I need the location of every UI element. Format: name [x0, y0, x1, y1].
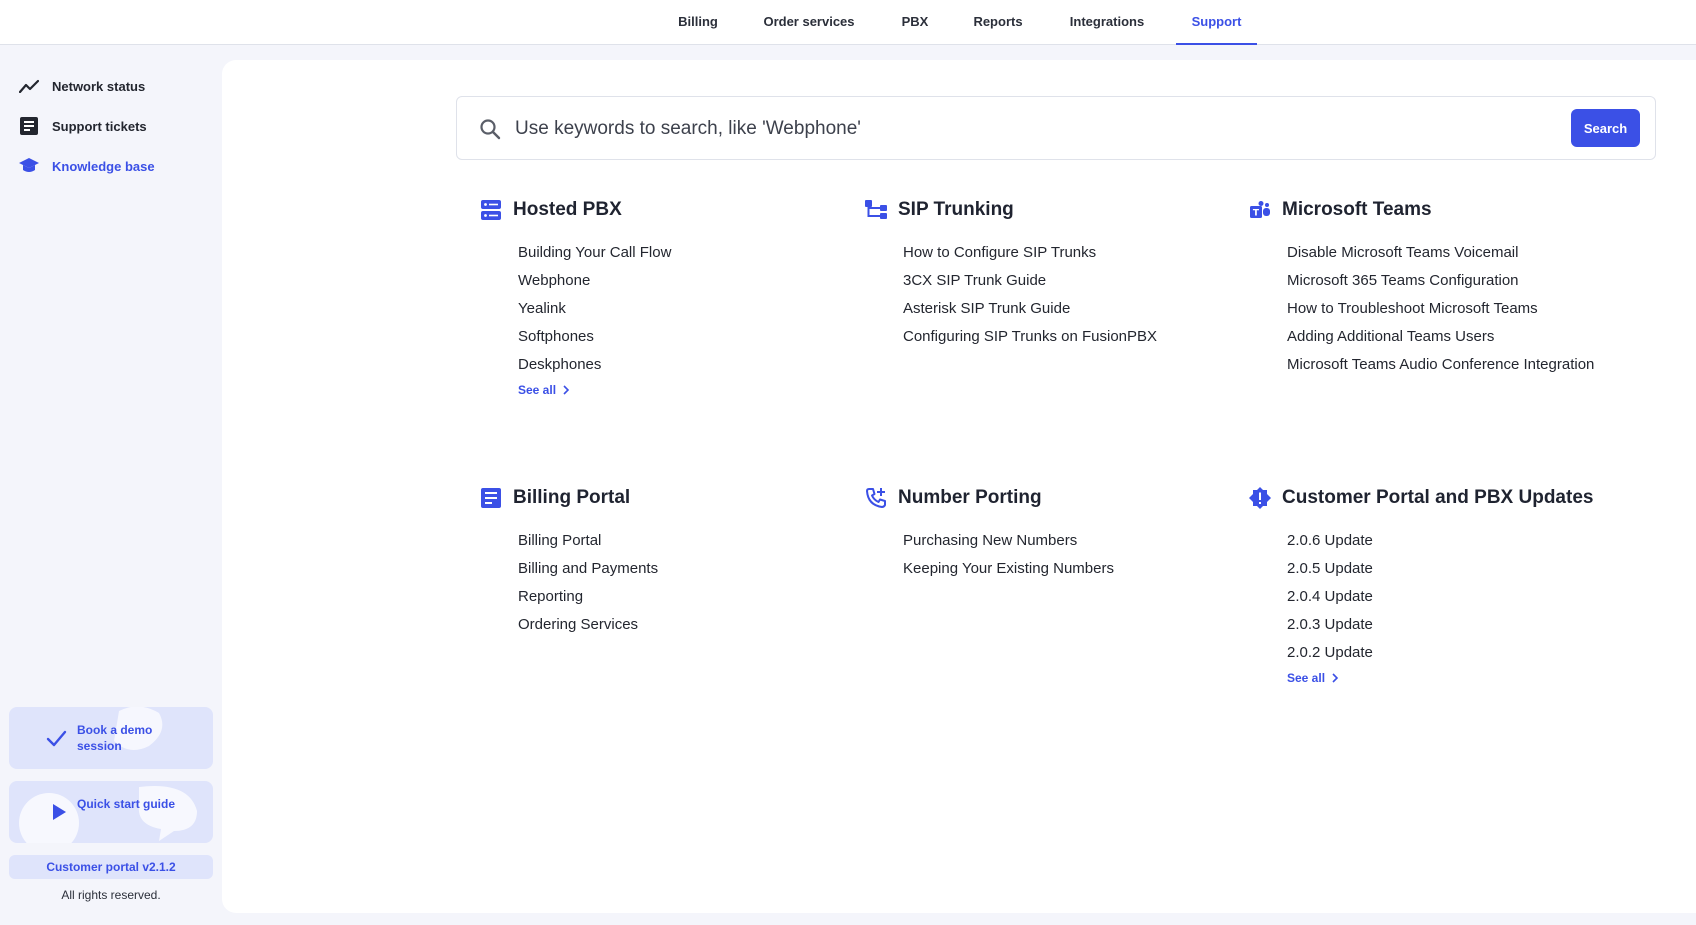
article-link[interactable]: 2.0.3 Update — [1287, 611, 1645, 639]
top-nav: Billing Order services PBX Reports Integ… — [0, 0, 1696, 45]
top-navigation-bar: Billing Order services PBX Reports Integ… — [0, 0, 1696, 45]
section-title: Customer Portal and PBX Updates — [1282, 487, 1594, 508]
article-link[interactable]: How to Configure SIP Trunks — [903, 239, 1221, 267]
book-demo-card[interactable]: Book a demo session — [9, 707, 213, 769]
hierarchy-icon — [864, 198, 888, 222]
search-input[interactable] — [515, 111, 1515, 147]
article-link[interactable]: Yealink — [518, 295, 836, 323]
article-link[interactable]: Billing and Payments — [518, 555, 836, 583]
article-link[interactable]: Asterisk SIP Trunk Guide — [903, 295, 1221, 323]
see-all-link[interactable]: See all — [518, 383, 570, 397]
section-title: Hosted PBX — [513, 199, 622, 220]
article-link[interactable]: 2.0.4 Update — [1287, 583, 1645, 611]
teams-icon: T — [1248, 198, 1272, 222]
link-list: Disable Microsoft Teams Voicemail Micros… — [1287, 239, 1605, 379]
article-link[interactable]: 2.0.5 Update — [1287, 555, 1645, 583]
article-link[interactable]: Softphones — [518, 323, 836, 351]
play-icon — [47, 801, 69, 823]
link-list: 2.0.6 Update 2.0.5 Update 2.0.4 Update 2… — [1287, 527, 1645, 667]
tab-order-services[interactable]: Order services — [758, 0, 860, 45]
tab-integrations[interactable]: Integrations — [1062, 0, 1152, 45]
svg-text:T: T — [1253, 209, 1260, 219]
alert-badge-icon — [1248, 486, 1272, 510]
section-title: Microsoft Teams — [1282, 199, 1432, 220]
article-link[interactable]: 2.0.2 Update — [1287, 639, 1645, 667]
chevron-right-icon — [563, 385, 570, 395]
section-hosted-pbx: Hosted PBX Building Your Call Flow Webph… — [456, 195, 836, 399]
section-sip-trunking: SIP Trunking How to Configure SIP Trunks… — [841, 195, 1221, 351]
trend-line-icon — [18, 75, 40, 97]
link-list: Building Your Call Flow Webphone Yealink… — [518, 239, 836, 379]
phone-add-icon — [864, 486, 888, 510]
document-list-icon — [18, 115, 40, 137]
search-icon — [479, 118, 501, 140]
article-link[interactable]: Purchasing New Numbers — [903, 527, 1221, 555]
article-link[interactable]: Billing Portal — [518, 527, 836, 555]
sidebar-item-label: Support tickets — [52, 118, 147, 134]
sidebar-item-label: Network status — [52, 78, 146, 94]
article-link[interactable]: Webphone — [518, 267, 836, 295]
section-billing-portal: Billing Portal Billing Portal Billing an… — [456, 483, 836, 639]
see-all-link[interactable]: See all — [1287, 671, 1339, 685]
search-button[interactable]: Search — [1571, 109, 1640, 147]
sidebar-item-support-tickets[interactable]: Support tickets — [18, 113, 147, 139]
quick-start-card[interactable]: Quick start guide — [9, 781, 213, 843]
tab-pbx[interactable]: PBX — [893, 0, 937, 45]
see-all-label: See all — [518, 383, 557, 397]
article-link[interactable]: Configuring SIP Trunks on FusionPBX — [903, 323, 1221, 351]
link-list: How to Configure SIP Trunks 3CX SIP Trun… — [903, 239, 1221, 351]
section-microsoft-teams: T Microsoft Teams Disable Microsoft Team… — [1225, 195, 1605, 379]
section-number-porting: Number Porting Purchasing New Numbers Ke… — [841, 483, 1221, 583]
sidebar: Network status Support tickets Knowledge… — [0, 46, 222, 925]
section-portal-updates: Customer Portal and PBX Updates 2.0.6 Up… — [1225, 483, 1645, 687]
book-demo-label: Book a demo session — [77, 723, 153, 753]
decorative-bubbles-icon — [19, 786, 197, 843]
sidebar-item-network-status[interactable]: Network status — [18, 73, 145, 99]
quick-start-label: Quick start guide — [77, 797, 176, 811]
graduation-cap-icon — [18, 155, 40, 177]
portal-version-badge: Customer portal v2.1.2 — [9, 855, 213, 879]
article-link[interactable]: 2.0.6 Update — [1287, 527, 1645, 555]
article-link[interactable]: Microsoft 365 Teams Configuration — [1287, 267, 1605, 295]
link-list: Purchasing New Numbers Keeping Your Exis… — [903, 527, 1221, 583]
server-icon — [479, 198, 503, 222]
tab-billing[interactable]: Billing — [668, 0, 728, 45]
article-link[interactable]: Microsoft Teams Audio Conference Integra… — [1287, 351, 1605, 379]
section-title: Number Porting — [898, 487, 1042, 508]
sidebar-item-knowledge-base[interactable]: Knowledge base — [18, 153, 155, 179]
chevron-right-icon — [1332, 673, 1339, 683]
article-link[interactable]: Building Your Call Flow — [518, 239, 836, 267]
tab-support[interactable]: Support — [1176, 0, 1257, 45]
search-bar: Search — [456, 96, 1656, 160]
article-link[interactable]: How to Troubleshoot Microsoft Teams — [1287, 295, 1605, 323]
see-all-label: See all — [1287, 671, 1326, 685]
main-panel: Search Hosted PBX Building Your Call Flo… — [222, 60, 1696, 913]
article-link[interactable]: Deskphones — [518, 351, 836, 379]
link-list: Billing Portal Billing and Payments Repo… — [518, 527, 836, 639]
check-icon — [45, 727, 67, 749]
article-link[interactable]: Adding Additional Teams Users — [1287, 323, 1605, 351]
section-title: Billing Portal — [513, 487, 631, 508]
article-link[interactable]: Disable Microsoft Teams Voicemail — [1287, 239, 1605, 267]
rights-text: All rights reserved. — [61, 888, 161, 902]
tab-reports[interactable]: Reports — [966, 0, 1030, 45]
sidebar-item-label: Knowledge base — [52, 158, 155, 174]
section-title: SIP Trunking — [898, 199, 1014, 220]
article-link[interactable]: Keeping Your Existing Numbers — [903, 555, 1221, 583]
article-link[interactable]: Ordering Services — [518, 611, 836, 639]
article-link[interactable]: Reporting — [518, 583, 836, 611]
document-icon — [479, 486, 503, 510]
article-link[interactable]: 3CX SIP Trunk Guide — [903, 267, 1221, 295]
